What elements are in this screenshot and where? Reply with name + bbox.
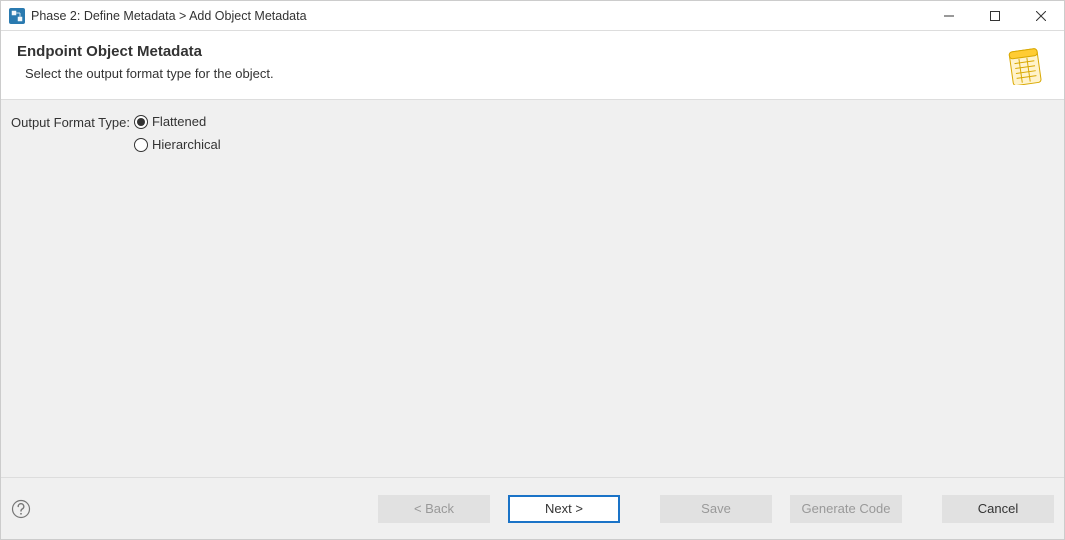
output-format-radio-group: Flattened Hierarchical	[134, 114, 221, 152]
minimize-button[interactable]	[926, 1, 972, 30]
header-text: Endpoint Object Metadata Select the outp…	[17, 43, 274, 81]
page-subtitle: Select the output format type for the ob…	[25, 66, 274, 81]
help-icon[interactable]	[11, 499, 31, 519]
save-button[interactable]: Save	[660, 495, 772, 523]
radio-icon	[134, 138, 148, 152]
output-format-label: Output Format Type:	[11, 114, 130, 130]
radio-icon	[134, 115, 148, 129]
output-format-row: Output Format Type: Flattened Hierarchic…	[11, 114, 1054, 152]
radio-option-flattened[interactable]: Flattened	[134, 114, 221, 129]
cancel-button[interactable]: Cancel	[942, 495, 1054, 523]
window-title: Phase 2: Define Metadata > Add Object Me…	[31, 9, 926, 23]
title-bar: Phase 2: Define Metadata > Add Object Me…	[1, 1, 1064, 31]
radio-label-hierarchical: Hierarchical	[152, 137, 221, 152]
window-controls	[926, 1, 1064, 30]
close-button[interactable]	[1018, 1, 1064, 30]
wizard-icon	[1004, 45, 1044, 85]
page-title: Endpoint Object Metadata	[17, 43, 274, 60]
next-button[interactable]: Next >	[508, 495, 620, 523]
maximize-button[interactable]	[972, 1, 1018, 30]
header-panel: Endpoint Object Metadata Select the outp…	[1, 31, 1064, 100]
main-content: Output Format Type: Flattened Hierarchic…	[1, 100, 1064, 477]
generate-code-button[interactable]: Generate Code	[790, 495, 902, 523]
radio-label-flattened: Flattened	[152, 114, 206, 129]
back-button[interactable]: < Back	[378, 495, 490, 523]
radio-option-hierarchical[interactable]: Hierarchical	[134, 137, 221, 152]
footer-bar: < Back Next > Save Generate Code Cancel	[1, 477, 1064, 539]
app-icon	[9, 8, 25, 24]
